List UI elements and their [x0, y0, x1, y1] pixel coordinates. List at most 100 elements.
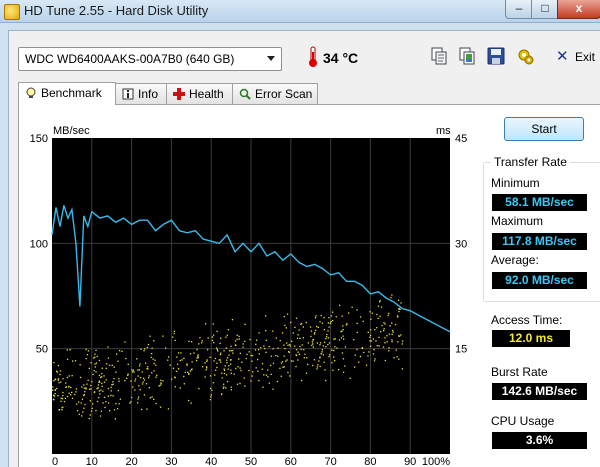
access-time-point	[279, 339, 281, 342]
access-time-point	[205, 323, 207, 325]
access-time-point	[395, 349, 397, 351]
access-time-point	[219, 359, 221, 361]
access-time-point	[367, 331, 369, 333]
access-time-point	[96, 400, 99, 403]
access-time-point	[94, 391, 96, 393]
options-icon[interactable]	[516, 47, 534, 65]
access-time-point	[289, 343, 291, 346]
access-time-point	[287, 344, 289, 346]
access-time-point	[199, 337, 201, 339]
access-time-point	[60, 397, 62, 399]
access-time-point	[58, 409, 61, 411]
access-time-point	[130, 380, 132, 382]
exit-button[interactable]: ✕ Exit	[556, 48, 598, 68]
access-time-point	[241, 361, 243, 363]
access-time-point	[228, 354, 230, 356]
access-time-point	[81, 398, 84, 400]
access-time-point	[151, 347, 153, 349]
minimize-button[interactable]: –	[505, 0, 533, 19]
access-time-point	[233, 373, 235, 375]
access-time-point	[107, 346, 109, 348]
access-time-point	[281, 361, 284, 363]
cpu-usage-value: 3.6%	[492, 432, 587, 449]
tab-benchmark-label: Benchmark	[41, 86, 102, 100]
access-time-point	[311, 344, 313, 346]
access-time-point	[213, 360, 215, 362]
access-time-point	[301, 344, 303, 346]
access-time-point	[339, 304, 341, 306]
access-time-point	[131, 369, 133, 371]
access-time-point	[227, 329, 229, 331]
access-time-point	[255, 343, 257, 345]
access-time-point	[134, 380, 136, 382]
x-tick-label: 90	[404, 456, 416, 466]
access-time-point	[311, 341, 313, 343]
access-time-point	[348, 312, 350, 314]
access-time-point	[105, 401, 107, 403]
y-tick-labels: 150 100 50	[30, 133, 48, 356]
access-time-point	[302, 337, 304, 339]
access-time-point	[60, 400, 62, 402]
access-time-point	[148, 377, 150, 379]
access-time-point	[153, 362, 155, 365]
access-time-point	[150, 356, 152, 358]
maximize-button[interactable]: □	[531, 0, 559, 19]
close-button[interactable]: x	[557, 0, 600, 19]
access-time-point	[188, 340, 190, 342]
y2-axis-label: ms	[436, 125, 451, 137]
access-time-point	[107, 402, 110, 404]
access-time-point	[265, 330, 267, 332]
access-time-point	[101, 385, 103, 387]
access-time-point	[327, 337, 330, 339]
access-time-point	[386, 341, 388, 343]
drive-select[interactable]: WDC WD6400AAKS-00A7B0 (640 GB)	[18, 47, 282, 71]
access-time-point	[305, 372, 308, 374]
access-time-point	[230, 369, 232, 371]
access-time-point	[83, 407, 85, 409]
access-time-point	[314, 317, 317, 319]
access-time-point	[317, 326, 319, 328]
x-tick-label: 40	[205, 456, 217, 466]
access-time-point	[61, 409, 63, 411]
access-time-point	[53, 380, 55, 382]
access-time-point	[246, 353, 248, 356]
x-tick-label: 100%	[422, 456, 450, 466]
access-time-point	[353, 339, 355, 341]
access-time-point	[153, 340, 155, 342]
save-icon[interactable]	[487, 47, 505, 65]
access-time-point	[319, 357, 321, 359]
tab-error-scan[interactable]: Error Scan	[232, 83, 318, 104]
access-time-point	[396, 356, 398, 358]
copy-text-icon[interactable]	[430, 47, 448, 65]
access-time-point	[174, 386, 176, 388]
access-time-point	[156, 374, 158, 376]
access-time-point	[324, 341, 326, 343]
access-time-point	[99, 376, 102, 378]
access-time-point	[391, 322, 393, 324]
tab-info[interactable]: Info	[115, 83, 167, 104]
access-time-point	[105, 367, 107, 369]
copy-screenshot-icon[interactable]	[458, 47, 476, 65]
access-time-point	[204, 362, 206, 364]
access-time-point	[216, 349, 218, 351]
access-time-point	[183, 357, 185, 359]
x-tick-label: 80	[364, 456, 376, 466]
access-time-point	[225, 374, 228, 376]
access-time-point	[82, 411, 84, 413]
access-time-point	[207, 349, 209, 351]
access-time-point	[173, 332, 175, 335]
access-time-point	[101, 367, 103, 369]
access-time-point	[288, 351, 290, 354]
access-time-point	[238, 358, 240, 360]
access-time-point	[176, 356, 178, 358]
access-time-point	[325, 338, 327, 340]
tab-benchmark[interactable]: Benchmark	[18, 82, 116, 105]
maximum-label: Maximum	[491, 214, 544, 228]
title-bar: HD Tune 2.55 - Hard Disk Utility – □ x	[0, 0, 600, 23]
access-time-point	[196, 348, 198, 351]
tab-health[interactable]: Health	[166, 83, 233, 104]
access-time-point	[183, 383, 185, 385]
access-time-point	[238, 338, 240, 340]
start-button[interactable]: Start	[504, 117, 584, 141]
access-time-point	[83, 394, 85, 396]
